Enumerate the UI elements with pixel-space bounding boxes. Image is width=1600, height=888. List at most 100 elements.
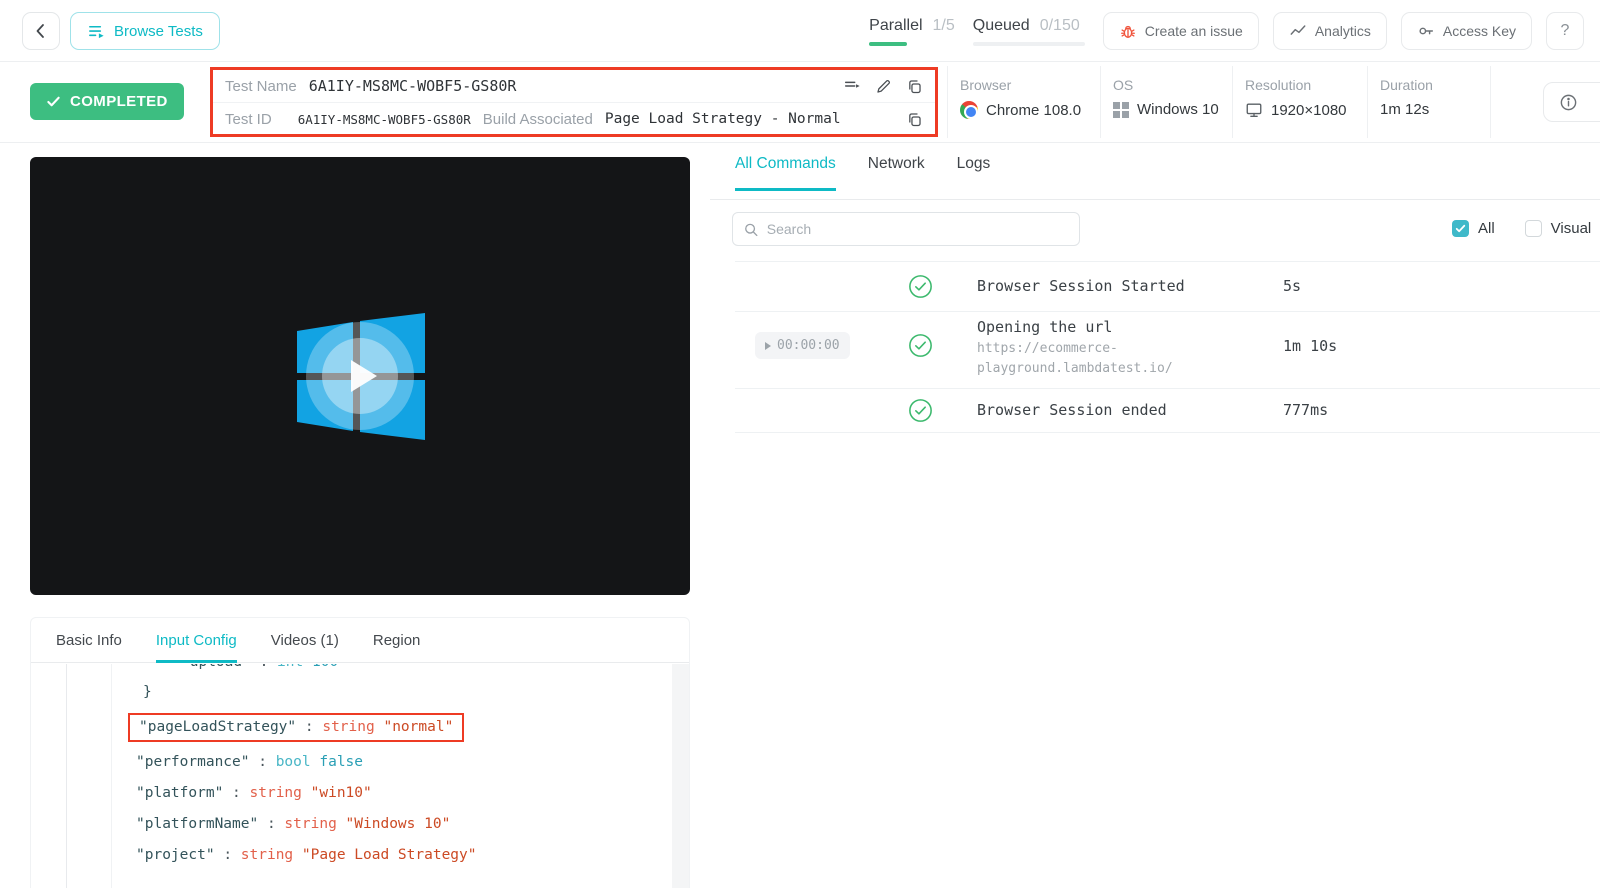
pencil-icon — [875, 78, 892, 95]
queued-label: Queued — [973, 17, 1030, 35]
code-keyword: string — [284, 816, 336, 832]
key-icon — [1417, 22, 1435, 40]
code-value: "normal" — [383, 719, 453, 735]
os-value: Windows 10 — [1137, 101, 1219, 118]
queued-progress-bar — [973, 42, 1085, 46]
code-line-project: "project" : string "Page Load Strategy" — [136, 847, 477, 863]
success-check-icon — [908, 333, 933, 362]
copy-test-id-button[interactable] — [906, 111, 923, 128]
tab-network[interactable]: Network — [868, 155, 925, 191]
code-keyword: string — [250, 785, 302, 801]
code-key: "platform" — [136, 785, 223, 801]
create-issue-label: Create an issue — [1145, 23, 1243, 39]
test-identity-highlight-box: Test Name 6A1IY-MS8MC-WOBF5-GS80R Test I… — [210, 67, 938, 137]
play-button[interactable] — [306, 322, 414, 430]
code-value: "Windows 10" — [346, 816, 451, 832]
code-key: "project" — [136, 847, 215, 863]
command-row[interactable]: Browser Session Started 5s — [710, 261, 1600, 311]
code-colon: : — [305, 719, 314, 735]
test-details-card: Basic Info Input Config Videos (1) Regio… — [30, 617, 690, 888]
code-keyword: int — [277, 664, 303, 670]
top-bar: Browse Tests Parallel 1/5 Queued 0/150 C… — [0, 0, 1600, 62]
command-search — [732, 212, 1080, 246]
details-tab-bar: Basic Info Input Config Videos (1) Regio… — [31, 618, 689, 663]
command-name: Browser Session Started — [977, 277, 1185, 295]
test-list-toggle-button[interactable] — [843, 77, 861, 95]
code-closing-brace: } — [143, 684, 152, 700]
code-colon: : — [232, 785, 241, 801]
edit-test-name-button[interactable] — [875, 78, 892, 95]
column-divider — [1490, 66, 1491, 138]
monitor-icon — [1245, 101, 1263, 119]
tab-basic-info[interactable]: Basic Info — [56, 632, 122, 662]
code-value: false — [319, 754, 363, 770]
tab-videos[interactable]: Videos (1) — [271, 632, 339, 662]
code-colon: : — [267, 816, 276, 832]
column-divider — [1367, 66, 1368, 138]
search-input[interactable] — [767, 221, 1069, 237]
topbar-right-group: Parallel 1/5 Queued 0/150 Create an issu… — [869, 0, 1584, 62]
resolution-value: 1920×1080 — [1271, 102, 1347, 119]
tab-region[interactable]: Region — [373, 632, 421, 662]
search-icon — [743, 221, 759, 238]
browser-label: Browser — [960, 77, 1081, 93]
bug-icon — [1119, 22, 1137, 40]
copy-icon — [906, 111, 923, 128]
command-row[interactable]: Browser Session ended 777ms — [710, 388, 1600, 432]
code-keyword: bool — [276, 754, 311, 770]
filter-all-checkbox[interactable] — [1452, 220, 1469, 237]
code-line-performance: "performance" : bool false — [136, 754, 363, 770]
windows-icon — [1113, 102, 1129, 118]
filter-all-label: All — [1478, 220, 1495, 237]
filter-visual-label: Visual — [1551, 220, 1592, 237]
timestamp-value: 00:00:00 — [777, 338, 840, 353]
analytics-button[interactable]: Analytics — [1273, 12, 1387, 50]
code-colon: : — [260, 664, 269, 670]
code-colon: : — [258, 754, 267, 770]
queued-value: 0/150 — [1040, 17, 1080, 35]
test-name-value: 6A1IY-MS8MC-WOBF5-GS80R — [309, 77, 517, 95]
resolution-label: Resolution — [1245, 77, 1347, 93]
analytics-label: Analytics — [1315, 23, 1371, 39]
browse-tests-button[interactable]: Browse Tests — [70, 12, 220, 50]
code-colon: : — [223, 847, 232, 863]
help-button[interactable]: ? — [1546, 12, 1584, 50]
code-scrollbar[interactable] — [672, 664, 689, 888]
create-issue-button[interactable]: Create an issue — [1103, 12, 1259, 50]
test-video-player[interactable] — [30, 157, 690, 595]
test-info-button[interactable] — [1543, 82, 1600, 122]
browse-tests-label: Browse Tests — [114, 23, 203, 40]
tab-logs[interactable]: Logs — [957, 155, 991, 191]
input-config-code: "upload" : int 100 } "pageLoadStrategy" … — [31, 664, 689, 888]
command-row[interactable]: 00:00:00 Opening the url https://ecommer… — [710, 311, 1600, 388]
filter-visual-checkbox[interactable] — [1525, 220, 1542, 237]
command-name: Opening the url — [977, 318, 1112, 336]
column-divider — [1100, 66, 1101, 138]
access-key-button[interactable]: Access Key — [1401, 12, 1532, 50]
tab-input-config[interactable]: Input Config — [156, 632, 237, 663]
command-divider — [735, 432, 1600, 433]
command-url-line1: https://ecommerce- — [977, 339, 1118, 359]
test-id-label: Test ID — [225, 111, 272, 128]
command-duration: 5s — [1283, 277, 1301, 295]
test-header: COMPLETED Test Name 6A1IY-MS8MC-WOBF5-GS… — [0, 62, 1600, 143]
resolution-column: Resolution 1920×1080 — [1245, 62, 1347, 142]
command-duration: 777ms — [1283, 401, 1328, 419]
access-key-label: Access Key — [1443, 23, 1516, 39]
copy-test-name-button[interactable] — [906, 78, 923, 95]
tab-all-commands[interactable]: All Commands — [735, 155, 836, 191]
commands-tab-bar: All Commands Network Logs — [735, 155, 990, 191]
code-border-line — [66, 664, 67, 888]
command-name: Browser Session ended — [977, 401, 1167, 419]
timestamp-chip[interactable]: 00:00:00 — [755, 332, 850, 359]
command-filters: All Visual — [1452, 220, 1591, 237]
back-button[interactable] — [22, 12, 60, 50]
command-url-line2: playground.lambdatest.io/ — [977, 359, 1173, 379]
os-label: OS — [1113, 77, 1219, 93]
code-line-clipped: "upload" : int 100 — [181, 664, 338, 670]
browser-value: Chrome 108.0 — [986, 102, 1081, 119]
check-icon — [46, 94, 61, 109]
test-name-row: Test Name 6A1IY-MS8MC-WOBF5-GS80R — [213, 70, 935, 102]
build-associated-value: Page Load Strategy - Normal — [605, 111, 841, 127]
parallel-counter: Parallel 1/5 — [869, 17, 955, 46]
